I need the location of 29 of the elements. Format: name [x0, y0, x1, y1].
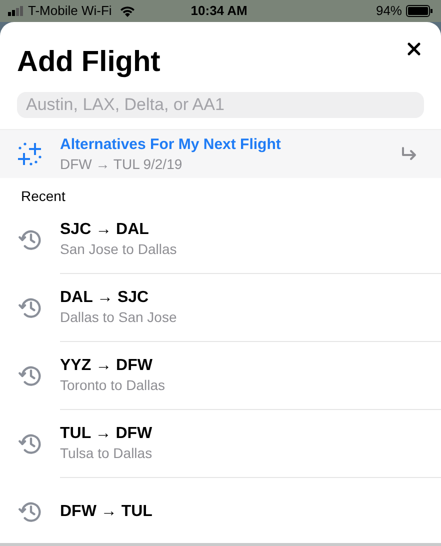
planes-icon	[16, 140, 44, 168]
search-field[interactable]: Austin, LAX, Delta, or AA1	[17, 92, 424, 118]
cities-text: Tulsa to Dallas	[60, 444, 154, 464]
wifi-icon	[120, 6, 135, 16]
suggestion-subtitle: DFW → TUL 9/2/19	[60, 154, 184, 174]
route-text: SJC → DAL	[60, 220, 150, 240]
suggestion-row[interactable]: Alternatives For My Next Flight DFW → TUL 9/2/19	[0, 130, 441, 178]
recent-flight-row[interactable]: TUL → DFW Tulsa to Dallas	[0, 410, 441, 478]
route-text: TUL → DFW	[60, 424, 154, 444]
page-title: Add Flight	[17, 45, 160, 80]
recent-flight-row[interactable]: SJC → DAL San Jose to Dallas	[0, 206, 441, 274]
cities-text: Dallas to San Jose	[60, 308, 178, 328]
cities-text: Toronto to Dallas	[60, 376, 166, 396]
cities-text: San Jose to Dallas	[60, 240, 178, 260]
status-time: 10:34 AM	[190, 2, 248, 20]
section-heading: Recent	[20, 186, 66, 206]
route-text: YYZ → DFW	[60, 356, 154, 376]
battery-percent: 94%	[376, 2, 402, 20]
suggestion-title: Alternatives For My Next Flight	[60, 134, 281, 155]
recent-flight-row[interactable]: YYZ → DFW Toronto to Dallas	[0, 342, 441, 410]
recent-flight-row[interactable]: DAL → SJC Dallas to San Jose	[0, 274, 441, 342]
forward-arrow-icon	[401, 147, 417, 162]
carrier-name: T-Mobile Wi-Fi	[28, 2, 112, 20]
close-icon	[407, 42, 421, 56]
signal-icon	[8, 6, 24, 16]
recent-flight-row[interactable]: DFW → TUL	[0, 478, 441, 546]
route-text: DAL → SJC	[60, 288, 150, 308]
battery-icon	[406, 5, 433, 17]
route-text: DFW → TUL	[60, 502, 154, 522]
